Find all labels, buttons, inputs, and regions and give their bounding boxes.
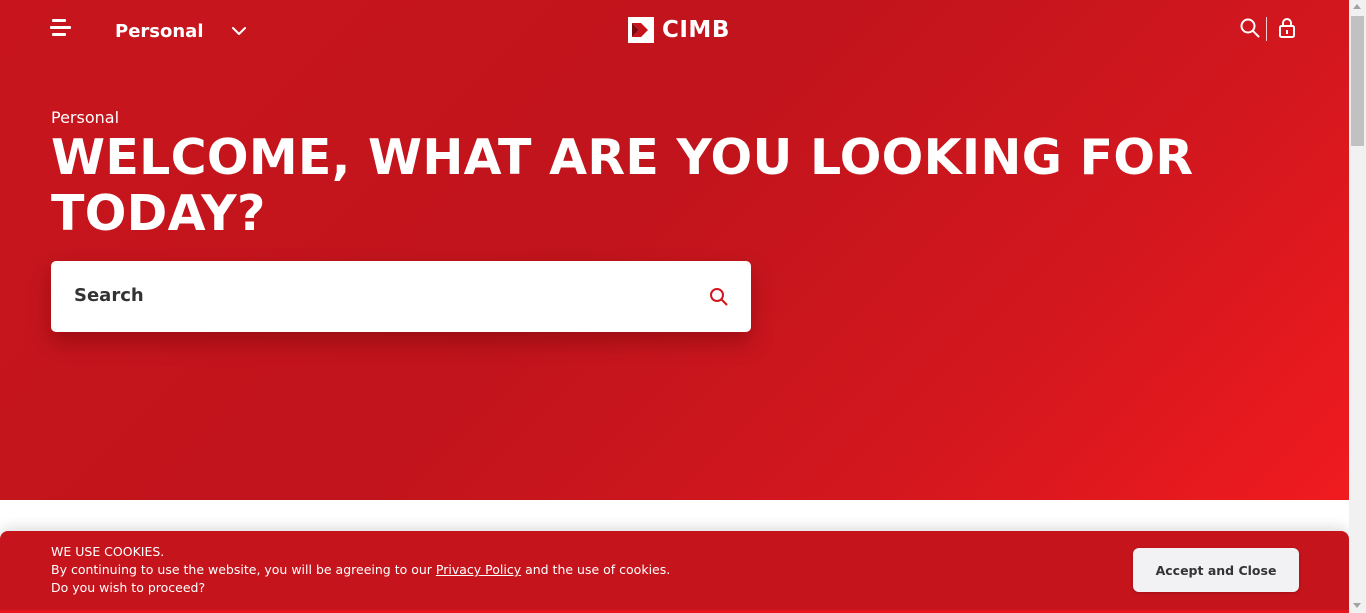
- scroll-up-arrow-icon[interactable]: [1353, 4, 1361, 9]
- menu-line: [52, 33, 66, 36]
- search-icon[interactable]: [1240, 18, 1260, 38]
- search-icon[interactable]: [709, 287, 729, 307]
- cookie-message-start: By continuing to use the website, you wi…: [51, 562, 436, 577]
- header-divider: [1266, 17, 1267, 41]
- cimb-logo[interactable]: CIMB: [628, 17, 730, 43]
- segment-label: Personal: [115, 20, 204, 42]
- scrollbar[interactable]: [1349, 0, 1366, 613]
- accept-and-close-button[interactable]: Accept and Close: [1133, 548, 1299, 592]
- hero-headline: WELCOME, WHAT ARE YOU LOOKING FOR TODAY?: [51, 129, 1194, 242]
- cookie-message-end: and the use of cookies.: [521, 562, 671, 577]
- scroll-down-arrow-icon[interactable]: [1353, 603, 1361, 608]
- cookie-question: Do you wish to proceed?: [51, 580, 206, 595]
- search-placeholder: Search: [74, 285, 144, 306]
- menu-line: [52, 19, 66, 22]
- logo-mark-icon: [628, 17, 654, 43]
- segment-selector[interactable]: Personal: [115, 18, 246, 44]
- cookie-title: WE USE COOKIES.: [51, 544, 165, 559]
- site-header: Personal CIMB: [0, 0, 1349, 60]
- page: Personal CIMB Personal WELCOME, WHAT ARE…: [0, 0, 1366, 613]
- lock-icon[interactable]: [1278, 17, 1296, 39]
- menu-line: [50, 26, 71, 29]
- cookie-banner: WE USE COOKIES. By continuing to use the…: [0, 531, 1349, 613]
- search-input[interactable]: Search: [51, 261, 751, 332]
- chevron-down-icon: [232, 27, 246, 35]
- logo-text: CIMB: [662, 17, 730, 43]
- cookie-message: By continuing to use the website, you wi…: [51, 562, 670, 577]
- menu-icon[interactable]: [50, 18, 74, 40]
- logo-mark-svg: [628, 17, 654, 43]
- privacy-policy-link[interactable]: Privacy Policy: [436, 562, 521, 577]
- scroll-thumb[interactable]: [1351, 16, 1364, 146]
- hero-eyebrow: Personal: [51, 108, 120, 127]
- hero-banner: Personal CIMB Personal WELCOME, WHAT ARE…: [0, 0, 1349, 500]
